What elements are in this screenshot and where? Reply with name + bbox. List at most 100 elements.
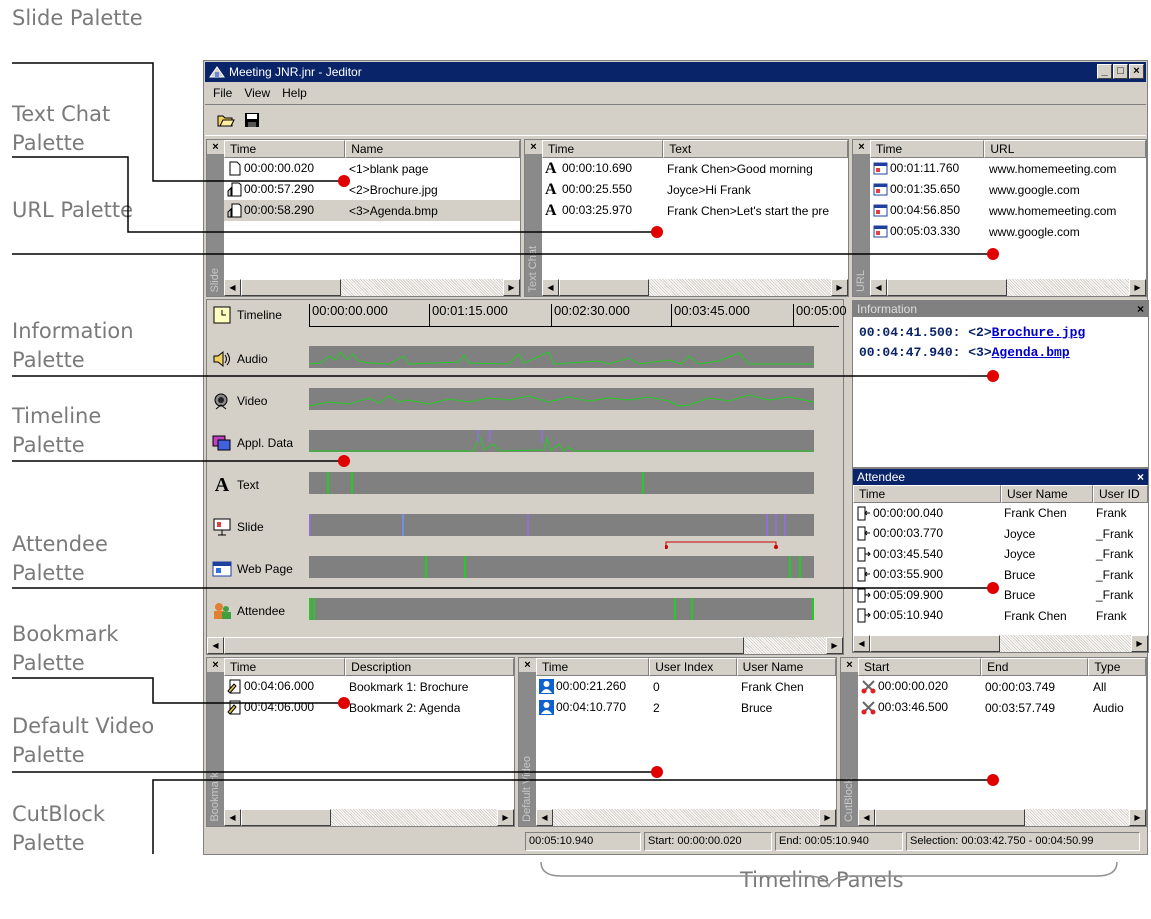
close-icon[interactable]: × (525, 140, 542, 154)
attendee-bar[interactable] (309, 598, 814, 620)
scroll-right-icon[interactable]: ▶ (826, 637, 843, 654)
scroll-right-icon[interactable]: ▶ (1131, 635, 1148, 652)
horizontal-scrollbar[interactable]: ◀ ▶ (853, 635, 1148, 652)
close-icon[interactable]: × (853, 140, 870, 154)
menu-help[interactable]: Help (282, 86, 307, 100)
col-type[interactable]: Type (1088, 658, 1146, 676)
list-item[interactable]: A 00:00:10.690 Frank Chen>Good morning (542, 158, 848, 179)
open-icon[interactable] (215, 109, 237, 131)
col-name[interactable]: Name (345, 140, 520, 158)
list-item-selected[interactable]: 00:00:58.290 <3>Agenda.bmp (224, 200, 520, 221)
col-text[interactable]: Text (663, 140, 848, 158)
scroll-right-icon[interactable]: ▶ (831, 279, 848, 296)
horizontal-scrollbar[interactable]: ◀ ▶ (224, 279, 520, 296)
list-item[interactable]: 00:04:10.770 2 Bruce (536, 697, 836, 718)
col-time[interactable]: Time (224, 140, 346, 158)
col-time[interactable]: Time (853, 485, 1001, 503)
close-icon[interactable]: × (519, 658, 536, 672)
col-time[interactable]: Time (870, 140, 985, 158)
scroll-right-icon[interactable]: ▶ (1129, 279, 1146, 296)
selection-range[interactable] (665, 537, 785, 549)
close-icon[interactable]: × (1137, 301, 1144, 317)
close-button[interactable]: × (1129, 64, 1144, 79)
info-link[interactable]: Brochure.jpg (992, 325, 1086, 340)
list-item[interactable]: A 00:00:25.550 Joyce>Hi Frank (542, 179, 848, 200)
col-description[interactable]: Description (345, 658, 514, 676)
scroll-right-icon[interactable]: ▶ (497, 809, 514, 826)
list-item[interactable]: 00:04:06.000 Bookmark 1: Brochure (224, 676, 514, 697)
scroll-thumb[interactable] (241, 809, 331, 826)
list-item[interactable]: 00:00:21.260 0 Frank Chen (536, 676, 836, 697)
scroll-right-icon[interactable]: ▶ (1129, 809, 1146, 826)
scroll-left-icon[interactable]: ◀ (207, 637, 224, 654)
list-item[interactable]: 00:00:00.020 <1>blank page (224, 158, 520, 179)
col-user-id[interactable]: User ID (1093, 485, 1148, 503)
scroll-left-icon[interactable]: ◀ (870, 279, 887, 296)
appl-data-bar[interactable] (309, 430, 814, 452)
menu-view[interactable]: View (244, 86, 270, 100)
scroll-left-icon[interactable]: ◀ (536, 809, 553, 826)
text-bar[interactable] (309, 472, 814, 494)
col-user-name[interactable]: User Name (736, 658, 836, 676)
close-icon[interactable]: × (207, 140, 224, 154)
col-end[interactable]: End (981, 658, 1089, 676)
slide-bar[interactable] (309, 514, 814, 536)
col-url[interactable]: URL (984, 140, 1146, 158)
info-link[interactable]: Agenda.bmp (992, 345, 1070, 360)
list-item[interactable]: 00:03:46.500 00:03:57.749 Audio (858, 697, 1146, 718)
audio-bar[interactable] (309, 346, 814, 368)
bookmark-rows: 00:04:06.000 Bookmark 1: Brochure 00:04:0… (224, 676, 514, 718)
horizontal-scrollbar[interactable]: ◀ ▶ (536, 809, 836, 826)
maximize-button[interactable]: □ (1113, 64, 1128, 79)
scroll-left-icon[interactable]: ◀ (224, 279, 241, 296)
scroll-left-icon[interactable]: ◀ (542, 279, 559, 296)
list-item[interactable]: 00:01:11.760 www.homemeeting.com (870, 158, 1146, 179)
list-item[interactable]: 00:05:10.940 Frank Chen Frank (853, 606, 1148, 627)
scroll-left-icon[interactable]: ◀ (224, 809, 241, 826)
horizontal-scrollbar[interactable]: ◀ ▶ (542, 279, 848, 296)
list-item[interactable]: 00:00:00.040 Frank Chen Frank (853, 503, 1148, 524)
list-item[interactable]: 00:04:06.000 Bookmark 2: Agenda (224, 697, 514, 718)
title-bar[interactable]: Meeting JNR.jnr - Jeditor _ □ × (205, 62, 1146, 82)
scroll-right-icon[interactable]: ▶ (503, 279, 520, 296)
col-time[interactable]: Time (542, 140, 664, 158)
horizontal-scrollbar[interactable]: ◀ ▶ (224, 809, 514, 826)
list-item[interactable]: A 00:03:25.970 Frank Chen>Let's start the … (542, 200, 848, 221)
scroll-left-icon[interactable]: ◀ (858, 809, 875, 826)
scroll-right-icon[interactable]: ▶ (819, 809, 836, 826)
webpage-bar[interactable] (309, 556, 814, 578)
timeline-scrollbar[interactable]: ◀ ▶ (207, 637, 843, 654)
scroll-thumb[interactable] (887, 279, 1007, 296)
horizontal-scrollbar[interactable]: ◀ ▶ (858, 809, 1146, 826)
video-bar[interactable] (309, 388, 814, 410)
close-icon[interactable]: × (207, 658, 224, 672)
col-time[interactable]: Time (536, 658, 650, 676)
save-icon[interactable] (241, 109, 263, 131)
col-time[interactable]: Time (224, 658, 346, 676)
scroll-thumb[interactable] (870, 635, 1000, 652)
list-item[interactable]: 00:00:00.020 00:00:03.749 All (858, 676, 1146, 697)
col-user-index[interactable]: User Index (649, 658, 737, 676)
close-icon[interactable]: × (1137, 469, 1144, 485)
menu-file[interactable]: File (213, 86, 232, 100)
list-item[interactable]: 00:03:55.900 Bruce _Frank (853, 565, 1148, 586)
list-item[interactable]: 00:00:57.290 <2>Brochure.jpg (224, 179, 520, 200)
horizontal-scrollbar[interactable]: ◀ ▶ (870, 279, 1146, 296)
close-icon[interactable]: × (841, 658, 858, 672)
list-item[interactable]: 00:00:03.770 Joyce _Frank (853, 524, 1148, 545)
scroll-left-icon[interactable]: ◀ (853, 635, 870, 652)
scroll-thumb[interactable] (241, 279, 341, 296)
scroll-thumb[interactable] (875, 809, 1025, 826)
col-start[interactable]: Start (858, 658, 982, 676)
list-item[interactable]: 00:03:45.540 Joyce _Frank (853, 544, 1148, 565)
list-item[interactable]: 00:05:09.900 Bruce _Frank (853, 585, 1148, 606)
url-rows: 00:01:11.760 www.homemeeting.com 00:01:35… (870, 158, 1146, 242)
time-ruler[interactable]: 00:00:00.000 00:01:15.000 00:02:30.000 0… (309, 304, 847, 327)
minimize-button[interactable]: _ (1097, 64, 1112, 79)
list-item[interactable]: 00:05:03.330 www.google.com (870, 221, 1146, 242)
scroll-thumb[interactable] (224, 637, 744, 654)
scroll-thumb[interactable] (559, 279, 649, 296)
list-item[interactable]: 00:04:56.850 www.homemeeting.com (870, 200, 1146, 221)
col-user-name[interactable]: User Name (1001, 485, 1093, 503)
list-item[interactable]: 00:01:35.650 www.google.com (870, 179, 1146, 200)
